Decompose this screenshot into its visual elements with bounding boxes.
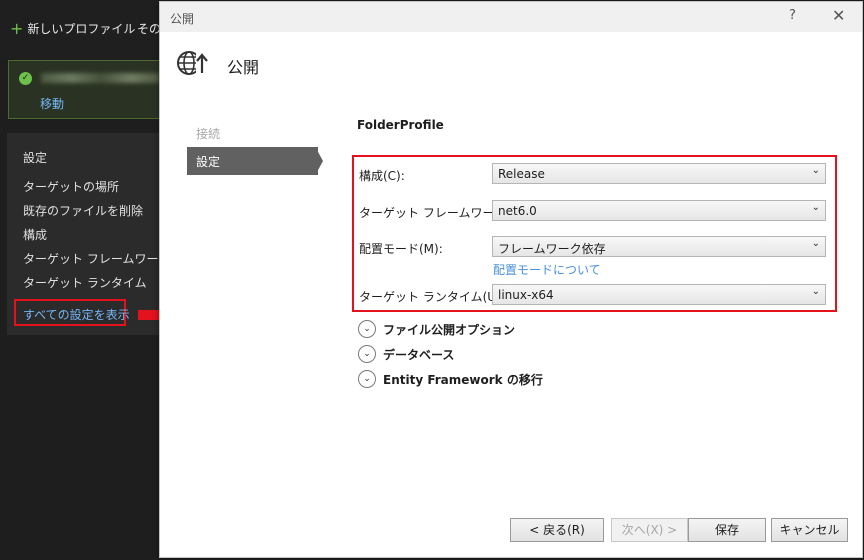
expand-chevron-icon: ⌄ bbox=[358, 345, 376, 363]
dialog-window-title: 公開 bbox=[170, 12, 195, 26]
show-all-settings-link[interactable]: すべての設定を表示 bbox=[14, 299, 130, 326]
profile-name: FolderProfile bbox=[357, 118, 444, 132]
settings-item-delete-existing: 既存のファイルを削除 bbox=[23, 204, 144, 218]
settings-item-framework: ターゲット フレームワーク bbox=[23, 252, 171, 266]
step-settings[interactable]: 設定 bbox=[187, 147, 318, 175]
expander-label: ファイル公開オプション bbox=[383, 322, 516, 337]
chevron-down-icon: ⌄ bbox=[811, 202, 820, 213]
new-profile-button[interactable]: + 新しいプロファイル bbox=[10, 20, 135, 37]
publish-success-banner: ✓ 移動 bbox=[8, 60, 166, 119]
settings-item-runtime: ターゲット ランタイム bbox=[23, 276, 147, 290]
save-button[interactable]: 保存 bbox=[688, 518, 766, 542]
expander-file-publish-options[interactable]: ⌄ ファイル公開オプション bbox=[358, 320, 515, 338]
close-button[interactable]: ✕ bbox=[832, 6, 845, 25]
framework-value: net6.0 bbox=[498, 204, 537, 218]
other-menu-button[interactable]: その bbox=[137, 20, 161, 37]
configuration-value: Release bbox=[498, 167, 545, 181]
runtime-label: ターゲット ランタイム(U): bbox=[359, 290, 505, 304]
show-all-settings-label: すべての設定を表示 bbox=[23, 308, 130, 322]
step-connection[interactable]: 接続 bbox=[187, 119, 318, 147]
expander-ef-migrations[interactable]: ⌄ Entity Framework の移行 bbox=[358, 370, 543, 388]
dialog-heading: 公開 bbox=[227, 58, 260, 77]
deploy-mode-help-link[interactable]: 配置モードについて bbox=[493, 261, 601, 278]
configuration-select[interactable]: Release ⌄ bbox=[492, 163, 826, 184]
settings-item-configuration: 構成 bbox=[23, 228, 48, 242]
dialog-titlebar: 公開 ? ✕ bbox=[160, 2, 862, 32]
plus-icon: + bbox=[10, 18, 24, 38]
expand-chevron-icon: ⌄ bbox=[358, 320, 376, 338]
chevron-down-icon: ⌄ bbox=[811, 238, 820, 249]
deploy-mode-value: フレームワーク依存 bbox=[498, 242, 606, 256]
move-link[interactable]: 移動 bbox=[40, 95, 64, 112]
deploy-mode-label: 配置モード(M): bbox=[359, 242, 443, 256]
new-profile-label: 新しいプロファイル bbox=[27, 22, 136, 36]
deploy-mode-select[interactable]: フレームワーク依存 ⌄ bbox=[492, 236, 826, 257]
publish-dialog: 公開 ? ✕ 公開 接続 設定 FolderProfile 構成(C): Rel… bbox=[159, 1, 863, 558]
runtime-value: linux-x64 bbox=[498, 288, 554, 302]
expander-label: データベース bbox=[383, 347, 455, 362]
expander-label: Entity Framework の移行 bbox=[383, 372, 543, 387]
configuration-label: 構成(C): bbox=[359, 169, 405, 183]
framework-select[interactable]: net6.0 ⌄ bbox=[492, 200, 826, 221]
expand-chevron-icon: ⌄ bbox=[358, 370, 376, 388]
expander-databases[interactable]: ⌄ データベース bbox=[358, 345, 454, 363]
back-button[interactable]: < 戻る(R) bbox=[510, 518, 604, 542]
active-step-pointer bbox=[317, 150, 323, 172]
help-button[interactable]: ? bbox=[789, 8, 796, 23]
runtime-select[interactable]: linux-x64 ⌄ bbox=[492, 284, 826, 305]
publish-globe-icon bbox=[177, 51, 208, 75]
blurred-path bbox=[41, 73, 161, 83]
cancel-button[interactable]: キャンセル bbox=[771, 518, 848, 542]
next-button[interactable]: 次へ(X) > bbox=[611, 518, 688, 542]
settings-item-target-location: ターゲットの場所 bbox=[23, 180, 120, 194]
settings-summary-title: 設定 bbox=[23, 151, 48, 165]
chevron-down-icon: ⌄ bbox=[811, 286, 820, 297]
chevron-down-icon: ⌄ bbox=[811, 165, 820, 176]
check-icon: ✓ bbox=[19, 72, 32, 85]
